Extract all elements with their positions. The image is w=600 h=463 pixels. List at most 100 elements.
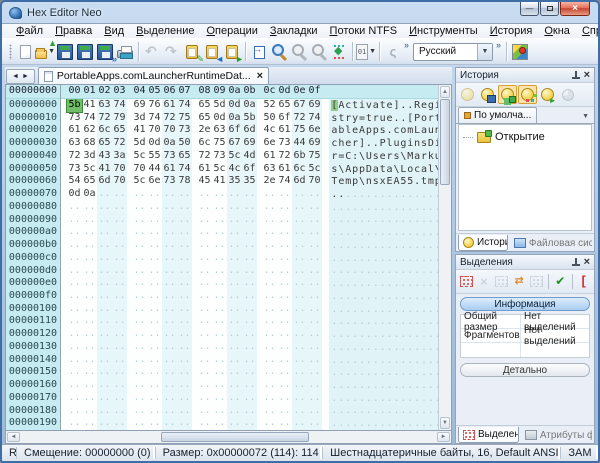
byte-cell[interactable]: ..	[197, 226, 212, 239]
ascii-char[interactable]: .	[407, 100, 414, 111]
byte-cell[interactable]: ..	[212, 303, 227, 316]
ascii-char[interactable]: .	[393, 367, 400, 378]
byte-cell[interactable]: ..	[147, 405, 162, 418]
byte-cell[interactable]: ..	[227, 264, 242, 278]
byte-cell[interactable]: ..	[147, 303, 162, 316]
menu-item-tools[interactable]: Инструменты	[403, 25, 484, 37]
byte-cell[interactable]: ..	[307, 251, 322, 265]
byte-cell[interactable]: ..	[212, 354, 227, 367]
ascii-char[interactable]: .	[352, 355, 359, 366]
byte-cell[interactable]: 63	[67, 137, 82, 150]
ascii-char[interactable]: p	[352, 164, 359, 175]
byte-cell[interactable]: ..	[162, 200, 177, 214]
ascii-char[interactable]: .	[345, 278, 352, 289]
ascii-char[interactable]: =	[338, 151, 345, 162]
ascii-char[interactable]: .	[421, 265, 428, 276]
ascii-char[interactable]: r	[386, 151, 393, 162]
ascii-char[interactable]: D	[427, 138, 434, 149]
byte-cell[interactable]: 65	[112, 124, 127, 138]
ascii-char[interactable]: .	[338, 355, 345, 366]
status-format[interactable]: Шестнадцатеричные байты, 16, Default ANS…	[322, 447, 560, 459]
ascii-char[interactable]: a	[331, 125, 338, 136]
ascii-char[interactable]: .	[407, 240, 414, 251]
byte-cell[interactable]: 79	[112, 111, 127, 125]
ascii-char[interactable]: .	[331, 214, 338, 225]
ascii-char[interactable]: P	[414, 113, 421, 124]
ascii-cell[interactable]: ableApps.comLaun	[329, 124, 438, 138]
ascii-char[interactable]: .	[331, 202, 338, 213]
detail-section-header[interactable]: Детально	[460, 363, 590, 377]
selections-panel-header[interactable]: Выделения ×	[456, 255, 594, 270]
byte-cell[interactable]: ..	[262, 354, 277, 367]
ascii-char[interactable]: .	[359, 329, 366, 340]
byte-cell[interactable]: ..	[112, 200, 127, 214]
byte-cell[interactable]: ..	[82, 328, 97, 341]
byte-cell[interactable]: 52	[262, 99, 277, 112]
byte-cell[interactable]: ..	[147, 379, 162, 392]
menu-item-bookmarks[interactable]: Закладки	[264, 25, 324, 37]
ascii-char[interactable]: .	[393, 405, 400, 416]
ascii-char[interactable]: .	[372, 342, 379, 353]
byte-cell[interactable]: ..	[147, 201, 162, 214]
ascii-char[interactable]: e	[379, 151, 386, 162]
byte-cell[interactable]: ..	[177, 366, 192, 380]
byte-cell[interactable]: 45	[197, 175, 212, 188]
byte-cell[interactable]: ..	[307, 404, 322, 418]
byte-cell[interactable]: 63	[262, 163, 277, 176]
ascii-char[interactable]: .	[414, 329, 421, 340]
ascii-char[interactable]: .	[359, 240, 366, 251]
byte-cell[interactable]: 72	[292, 111, 307, 125]
ascii-char[interactable]: A	[393, 176, 400, 187]
byte-cell[interactable]: ..	[307, 417, 322, 430]
ascii-char[interactable]: .	[393, 227, 400, 238]
ascii-char[interactable]: .	[352, 202, 359, 213]
byte-cell[interactable]: 41	[82, 99, 97, 112]
byte-cell[interactable]: ..	[147, 315, 162, 328]
ascii-char[interactable]: .	[365, 304, 372, 315]
byte-cell[interactable]: ..	[242, 417, 257, 430]
ascii-char[interactable]: .	[421, 405, 428, 416]
ascii-cell[interactable]: ................	[329, 302, 438, 316]
byte-cell[interactable]: 74	[82, 112, 97, 125]
ascii-char[interactable]: .	[379, 367, 386, 378]
byte-cell[interactable]: ..	[292, 251, 307, 265]
ascii-char[interactable]: .	[386, 405, 393, 416]
menu-item-view[interactable]: Вид	[98, 25, 130, 37]
byte-cell[interactable]: ..	[82, 252, 97, 265]
ascii-char[interactable]: .	[386, 355, 393, 366]
byte-cell[interactable]: ..	[277, 188, 292, 201]
ascii-char[interactable]: p	[352, 176, 359, 187]
title-bar[interactable]: Hex Editor Neo — ×	[2, 2, 598, 23]
tab-file-system[interactable]: Файловая систе...	[510, 235, 592, 251]
byte-cell[interactable]: ..	[197, 354, 212, 367]
byte-cell[interactable]: ..	[242, 226, 257, 240]
ascii-char[interactable]: e	[352, 125, 359, 136]
ascii-char[interactable]: \	[338, 164, 345, 175]
byte-cell[interactable]: ..	[262, 341, 277, 354]
ascii-char[interactable]: .	[365, 240, 372, 251]
ascii-char[interactable]: .	[427, 342, 434, 353]
ascii-char[interactable]: .	[345, 393, 352, 404]
ascii-char[interactable]: .	[345, 342, 352, 353]
byte-cell[interactable]: ..	[97, 404, 112, 418]
ascii-char[interactable]: .	[345, 380, 352, 391]
ascii-char[interactable]: .	[393, 202, 400, 213]
pin-icon[interactable]	[571, 70, 580, 80]
ascii-cell[interactable]: ................	[329, 340, 438, 354]
ascii-char[interactable]: .	[421, 240, 428, 251]
ascii-char[interactable]: a	[421, 164, 428, 175]
byte-cell[interactable]: 6e	[262, 137, 277, 150]
byte-cell[interactable]: ..	[97, 200, 112, 214]
ascii-char[interactable]: .	[372, 304, 379, 315]
byte-cell[interactable]: ..	[162, 213, 177, 227]
ascii-cell[interactable]: ................	[329, 315, 438, 329]
byte-cell[interactable]: ..	[97, 315, 112, 329]
ascii-char[interactable]: .	[359, 291, 366, 302]
byte-cell[interactable]: ..	[242, 353, 257, 367]
byte-cell[interactable]: ..	[197, 252, 212, 265]
byte-cell[interactable]: ..	[132, 379, 147, 392]
byte-cell[interactable]: ..	[292, 340, 307, 354]
byte-cell[interactable]: ..	[292, 353, 307, 367]
ascii-char[interactable]: .	[331, 253, 338, 264]
byte-cell[interactable]: 73	[67, 112, 82, 125]
